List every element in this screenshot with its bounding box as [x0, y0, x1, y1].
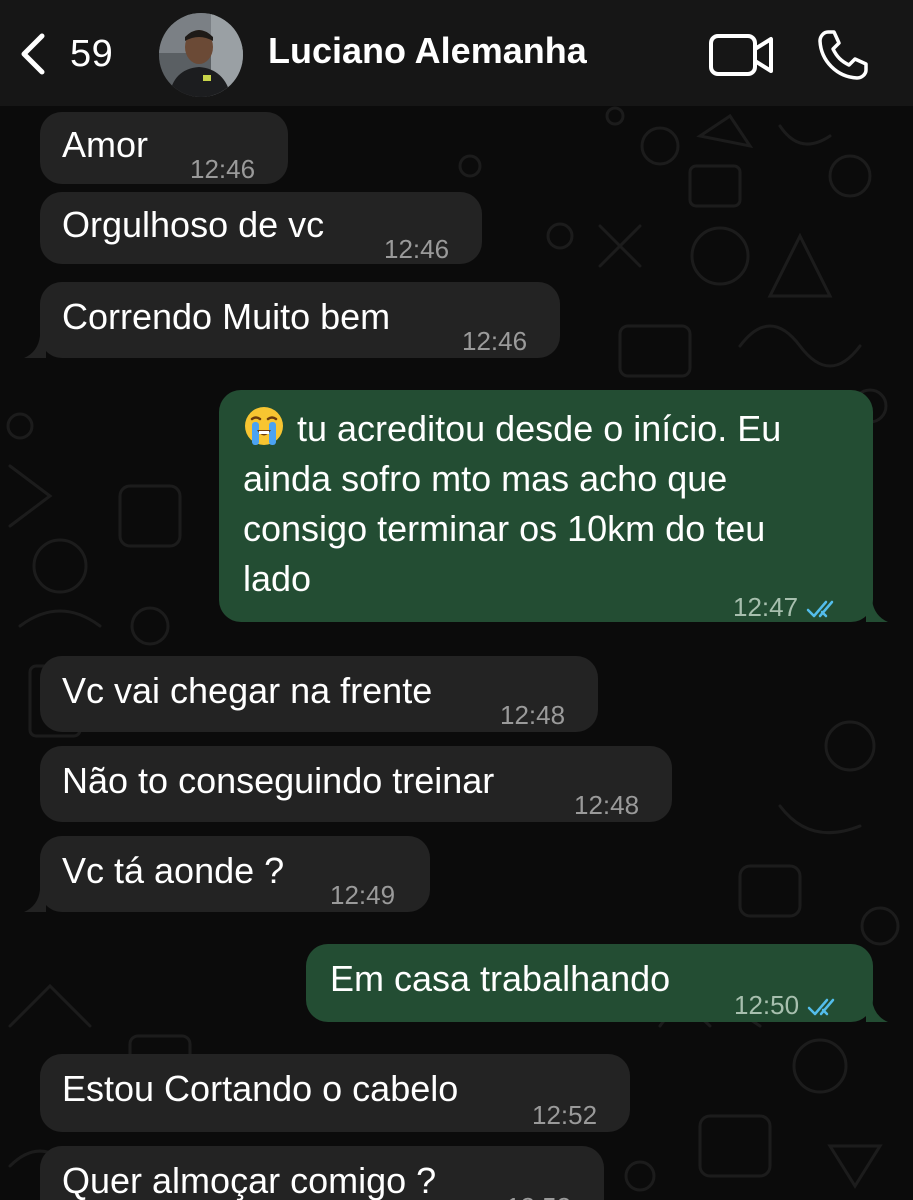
message-text: Amor — [62, 124, 149, 165]
video-call-icon[interactable] — [708, 32, 774, 78]
message-time: 12:46 — [462, 326, 528, 356]
message-bubble-incoming[interactable]: Estou Cortando o cabelo 12:52 — [40, 1054, 630, 1132]
message-text: Em casa trabalhando — [330, 958, 671, 999]
chat-area[interactable]: Amor 12:46 Orgulhoso de vc 12:46 Corrend… — [0, 106, 913, 1200]
message-bubble-incoming[interactable]: Não to conseguindo treinar 12:48 — [40, 746, 672, 822]
message-bubble-incoming[interactable]: Vc tá aonde ? 12:49 — [40, 836, 430, 912]
message-time: 12:46 — [384, 234, 450, 264]
message-bubble-outgoing[interactable]: Em casa trabalhando 12:50 — [306, 944, 873, 1022]
read-receipt-icon — [806, 600, 834, 618]
message-text: Vc tá aonde ? — [62, 850, 285, 891]
message-text-line: consigo terminar os 10km do teu — [243, 508, 766, 549]
message-bubble-incoming[interactable]: Orgulhoso de vc 12:46 — [40, 192, 482, 264]
message-time: 12:50 — [734, 990, 800, 1020]
read-receipt-icon — [807, 998, 835, 1016]
back-button[interactable]: 59 — [14, 26, 124, 82]
message-text: Correndo Muito bem — [62, 296, 391, 337]
message-bubble-incoming[interactable]: Amor 12:46 — [40, 112, 288, 184]
message-text-line: tu acreditou desde o início. Eu — [243, 404, 781, 454]
message-time: 12:48 — [574, 790, 640, 820]
avatar-photo — [159, 13, 243, 97]
doodle-wallpaper — [6, 106, 900, 1192]
message-time-status: 12:47 — [733, 582, 842, 632]
message-time: 12:46 — [190, 154, 256, 184]
message-time-status: 12:50 — [734, 980, 843, 1030]
message-bubble-incoming[interactable]: Correndo Muito bem 12:46 — [40, 282, 560, 358]
message-bubble-outgoing[interactable]: tu acreditou desde o início. Eu ainda so… — [219, 390, 873, 622]
unread-count: 59 — [70, 32, 114, 75]
message-time: 12:52 — [506, 1182, 571, 1200]
chat-header: 59 Luciano Alemanha — [0, 0, 913, 106]
message-time: 12:49 — [330, 880, 396, 910]
message-bubble-incoming[interactable]: Vc vai chegar na frente 12:48 — [40, 656, 598, 732]
message-text-block: tu acreditou desde o início. Eu ainda so… — [243, 404, 781, 604]
message-text: Estou Cortando o cabelo — [62, 1068, 459, 1109]
message-time: 12:48 — [500, 700, 566, 730]
message-text: Não to conseguindo treinar — [62, 760, 495, 801]
message-time: 12:47 — [733, 592, 799, 622]
message-text-line: ainda sofro mto mas acho que — [243, 458, 728, 499]
message-text-line: lado — [243, 558, 312, 599]
message-text: Quer almoçar comigo ? — [62, 1160, 437, 1200]
phone-call-icon[interactable] — [816, 28, 870, 82]
message-bubble-incoming[interactable]: Quer almoçar comigo ? 12:52 — [40, 1146, 604, 1200]
contact-avatar[interactable] — [159, 13, 243, 97]
message-text: Vc vai chegar na frente — [62, 670, 433, 711]
loudly-crying-face-icon — [245, 407, 283, 445]
message-text: tu acreditou desde o início. Eu — [297, 408, 782, 449]
contact-name[interactable]: Luciano Alemanha — [268, 30, 587, 72]
bubble-tail — [24, 890, 46, 912]
chevron-left-icon — [21, 33, 45, 75]
message-time: 12:52 — [532, 1100, 598, 1130]
bubble-tail — [24, 336, 46, 358]
bubble-tail — [866, 600, 888, 622]
message-text: Orgulhoso de vc — [62, 204, 325, 245]
bubble-tail — [866, 1000, 888, 1022]
